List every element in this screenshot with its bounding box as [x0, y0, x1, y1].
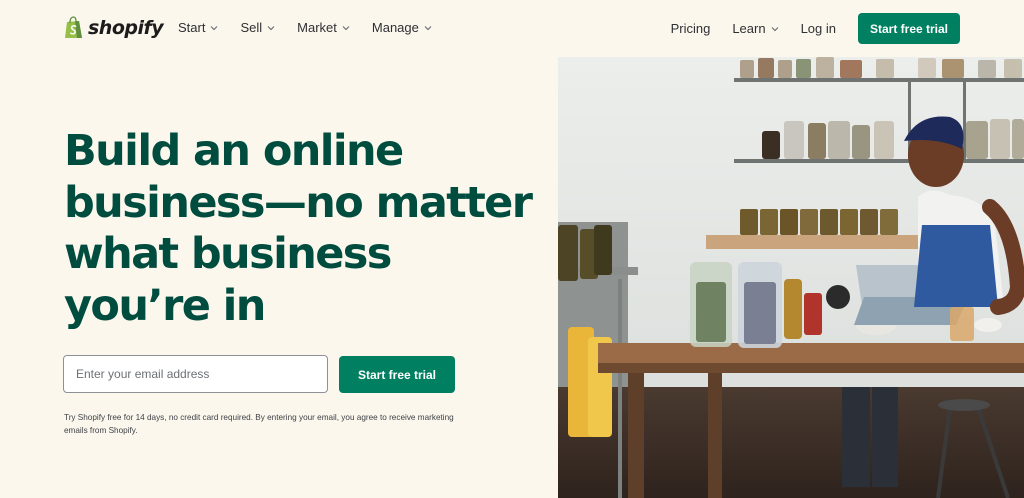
nav-sell[interactable]: Sell — [240, 20, 275, 35]
shopify-logo[interactable]: shopify — [64, 16, 164, 39]
nav-sell-label: Sell — [240, 20, 263, 35]
nav-learn-label: Learn — [732, 21, 766, 36]
nav-login[interactable]: Log in — [801, 21, 836, 36]
nav-manage-label: Manage — [371, 20, 419, 35]
chevron-down-icon — [771, 26, 779, 31]
chevron-down-icon — [267, 25, 275, 30]
nav-start[interactable]: Start — [178, 20, 218, 35]
chevron-down-icon — [342, 25, 350, 30]
hero-headline: Build an online business—no matter what … — [64, 126, 533, 331]
site-header: shopify Start Sell Market Manage Pricing… — [0, 0, 1024, 57]
nav-pricing[interactable]: Pricing — [671, 21, 711, 36]
merchant-workspace-illustration — [558, 57, 1024, 498]
hero-photo — [558, 57, 1024, 498]
nav-manage[interactable]: Manage — [372, 20, 432, 35]
chevron-down-icon — [211, 25, 218, 30]
nav-market[interactable]: Market — [297, 20, 350, 35]
secondary-nav: Pricing Learn Log in Start free trial — [671, 13, 960, 44]
chevron-down-icon — [424, 25, 432, 30]
nav-learn[interactable]: Learn — [732, 21, 779, 36]
header-start-trial-button[interactable]: Start free trial — [858, 13, 960, 44]
primary-nav: Start Sell Market Manage — [178, 20, 432, 35]
hero-start-trial-button[interactable]: Start free trial — [339, 356, 455, 393]
signup-disclaimer: Try Shopify free for 14 days, no credit … — [64, 413, 454, 435]
nav-start-label: Start — [178, 20, 206, 35]
email-input[interactable] — [63, 355, 328, 393]
brand-name: shopify — [88, 16, 164, 39]
shopping-bag-icon — [65, 16, 82, 38]
nav-market-label: Market — [297, 20, 337, 35]
